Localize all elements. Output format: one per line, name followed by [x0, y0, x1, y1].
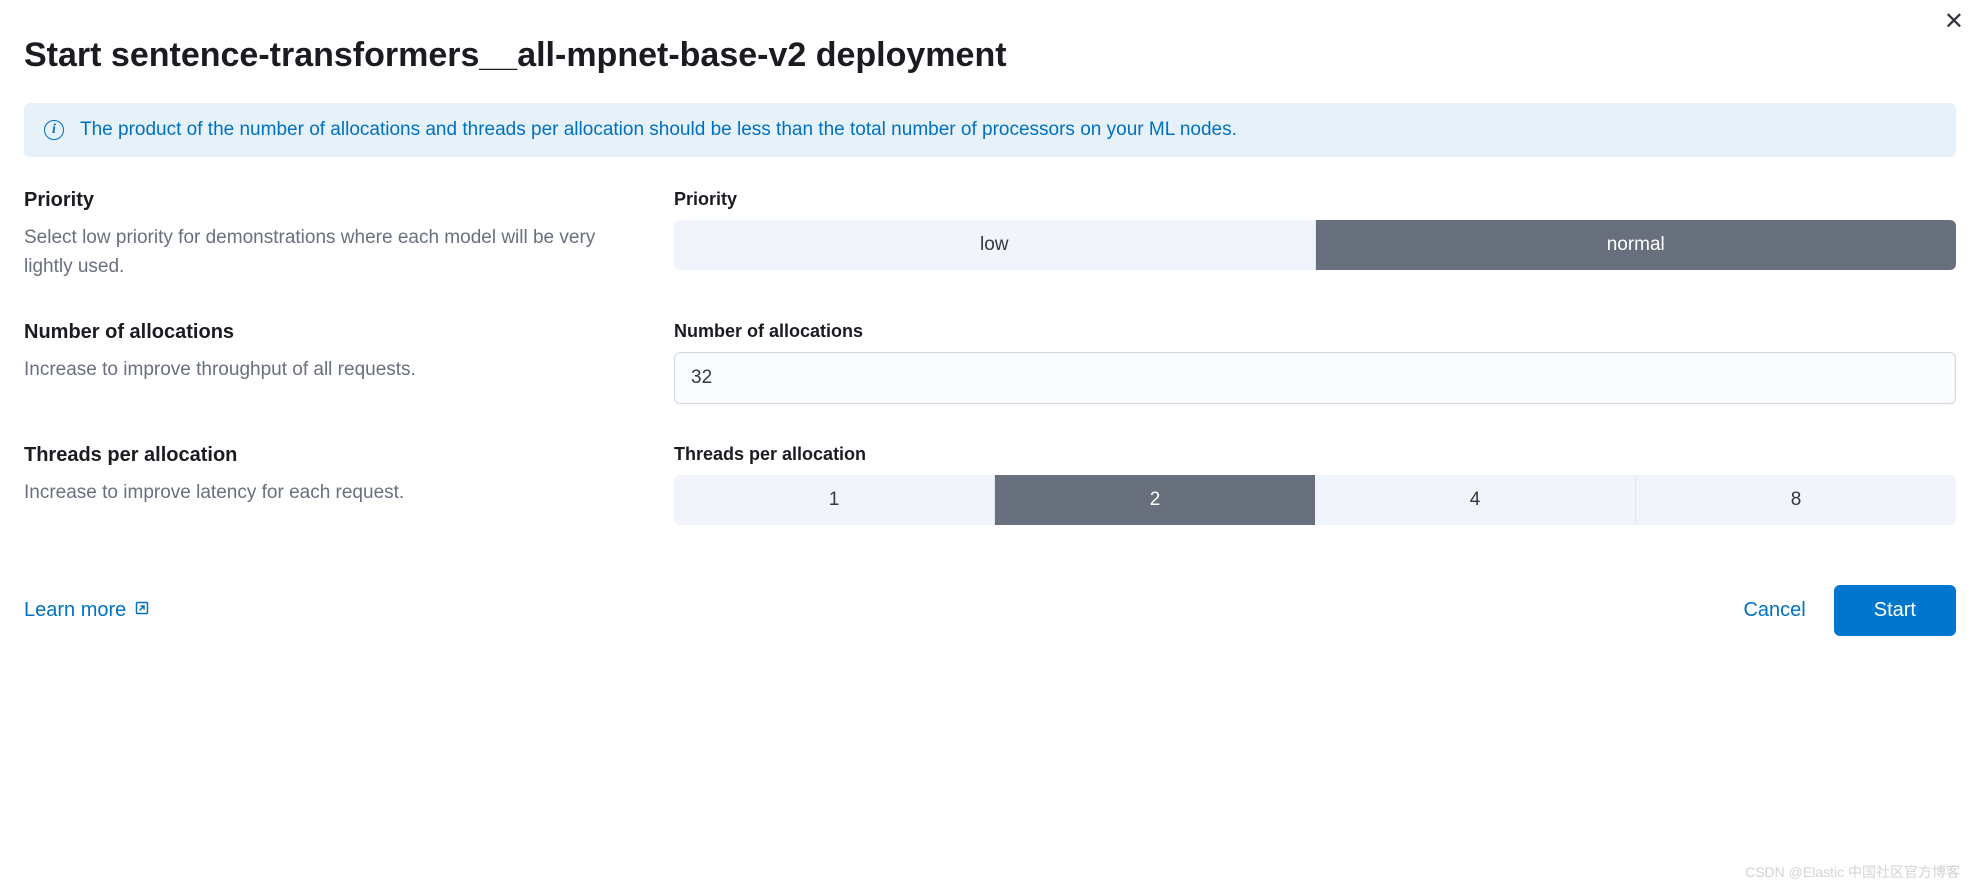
allocations-title: Number of allocations — [24, 321, 634, 344]
callout-text: The product of the number of allocations… — [80, 119, 1237, 141]
allocations-input[interactable] — [674, 352, 1956, 404]
footer-actions: Cancel Start — [1743, 585, 1956, 636]
priority-button-group: low normal — [674, 220, 1956, 270]
priority-field-label: Priority — [674, 189, 1956, 210]
allocations-desc: Increase to improve throughput of all re… — [24, 356, 634, 385]
threads-option-8[interactable]: 8 — [1635, 475, 1956, 525]
threads-control: Threads per allocation 1 2 4 8 — [674, 444, 1956, 525]
allocations-control: Number of allocations — [674, 321, 1956, 404]
learn-more-link[interactable]: Learn more — [24, 599, 150, 622]
modal-footer: Learn more Cancel Start — [24, 585, 1956, 636]
external-link-icon — [134, 599, 150, 622]
threads-description: Threads per allocation Increase to impro… — [24, 444, 634, 525]
info-icon: i — [44, 120, 64, 140]
start-button[interactable]: Start — [1834, 585, 1956, 636]
threads-row: Threads per allocation Increase to impro… — [24, 444, 1956, 525]
priority-control: Priority low normal — [674, 189, 1956, 281]
allocations-field-label: Number of allocations — [674, 321, 1956, 342]
threads-option-1[interactable]: 1 — [674, 475, 994, 525]
threads-option-4[interactable]: 4 — [1315, 475, 1635, 525]
close-icon: ✕ — [1944, 8, 1964, 35]
priority-row: Priority Select low priority for demonst… — [24, 189, 1956, 281]
allocations-description: Number of allocations Increase to improv… — [24, 321, 634, 404]
learn-more-label: Learn more — [24, 599, 126, 622]
modal-title: Start sentence-transformers__all-mpnet-b… — [24, 36, 1956, 75]
threads-title: Threads per allocation — [24, 444, 634, 467]
priority-desc: Select low priority for demonstrations w… — [24, 224, 634, 281]
info-callout: i The product of the number of allocatio… — [24, 103, 1956, 157]
deployment-modal: ✕ Start sentence-transformers__all-mpnet… — [0, 0, 1980, 660]
priority-description: Priority Select low priority for demonst… — [24, 189, 634, 281]
threads-desc: Increase to improve latency for each req… — [24, 479, 634, 508]
close-button[interactable]: ✕ — [1944, 10, 1964, 34]
watermark: CSDN @Elastic 中国社区官方博客 — [1745, 862, 1960, 882]
priority-option-low[interactable]: low — [674, 220, 1315, 270]
threads-field-label: Threads per allocation — [674, 444, 1956, 465]
priority-title: Priority — [24, 189, 634, 212]
priority-option-normal[interactable]: normal — [1315, 220, 1957, 270]
cancel-button[interactable]: Cancel — [1743, 599, 1805, 622]
threads-option-2[interactable]: 2 — [994, 475, 1315, 525]
allocations-row: Number of allocations Increase to improv… — [24, 321, 1956, 404]
threads-button-group: 1 2 4 8 — [674, 475, 1956, 525]
